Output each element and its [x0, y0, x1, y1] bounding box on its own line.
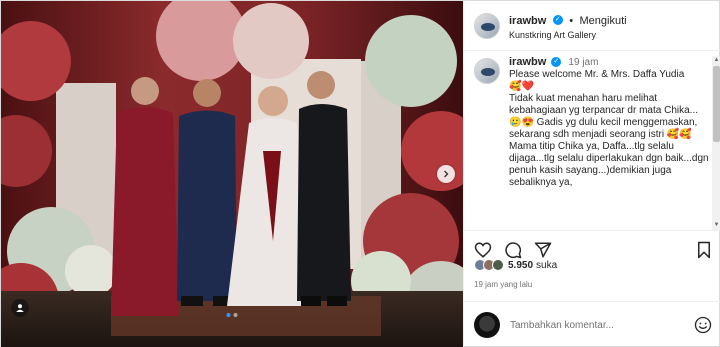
post-header: irawbw ✓ • Mengikuti Kunstkring Art Gall…: [464, 1, 720, 51]
liker-avatars: [474, 259, 504, 271]
carousel-dot-active: [226, 313, 231, 317]
chevron-right-icon: [444, 170, 449, 178]
caption-scrollbar[interactable]: ▲ ▼: [712, 56, 720, 230]
likes-label: suka: [536, 259, 558, 271]
bookmark-icon: [698, 241, 710, 258]
caption-text: Please welcome Mr. & Mrs. Daffa Yudia 🥰❤…: [509, 69, 709, 189]
scrollbar-thumb[interactable]: [713, 66, 720, 142]
like-button[interactable]: [474, 241, 492, 259]
carousel-dot: [233, 313, 238, 317]
author-avatar[interactable]: [474, 12, 500, 39]
author-info: irawbw ✓ • Mengikuti Kunstkring Art Gall…: [509, 10, 627, 41]
author-username[interactable]: irawbw: [509, 15, 546, 27]
comment-button[interactable]: [504, 241, 522, 259]
wedding-photo: [1, 1, 463, 347]
liker-avatar: [492, 259, 504, 271]
location-link[interactable]: Kunstkring Art Gallery: [509, 30, 627, 41]
post-modal: irawbw ✓ • Mengikuti Kunstkring Art Gall…: [0, 0, 720, 347]
verified-badge-icon: ✓: [552, 14, 563, 25]
scroll-up-arrow[interactable]: ▲: [712, 56, 720, 65]
caption-header: irawbw ✓ 19 jam: [509, 56, 709, 68]
emoji-picker-button[interactable]: [694, 316, 712, 334]
caption-line: Please welcome Mr. & Mrs. Daffa Yudia: [509, 69, 685, 80]
posted-time: 19 jam yang lalu: [474, 280, 533, 289]
caption-section: irawbw ✓ 19 jam Please welcome Mr. & Mrs…: [474, 56, 710, 228]
share-button[interactable]: [534, 241, 552, 259]
save-button[interactable]: [696, 241, 712, 259]
user-tag-icon: [16, 304, 24, 312]
follow-status-button[interactable]: Mengikuti: [580, 15, 627, 27]
caption-time: 19 jam: [568, 57, 599, 68]
caption-line: 🥰❤️: [509, 81, 534, 92]
viewer-avatar: [474, 312, 500, 338]
separator-dot: •: [569, 14, 574, 27]
emoji-icon: [694, 316, 712, 334]
likes-count[interactable]: 5.950: [508, 260, 533, 271]
caption-line: Tidak kuat menahan haru melihat kebahagi…: [509, 93, 698, 140]
caption-line: Mama titip Chika ya, Daffa...tlg selalu …: [509, 141, 709, 188]
heart-icon: [474, 241, 492, 258]
caption-author-avatar[interactable]: [474, 58, 500, 84]
carousel-indicator: [226, 313, 238, 317]
caption-username[interactable]: irawbw: [509, 56, 546, 68]
comment-bar: [464, 301, 720, 347]
post-photo[interactable]: [1, 1, 463, 347]
verified-badge-icon: ✓: [551, 57, 562, 68]
post-side-panel: irawbw ✓ • Mengikuti Kunstkring Art Gall…: [463, 1, 720, 347]
carousel-next-button[interactable]: [437, 165, 455, 183]
tagged-users-button[interactable]: [11, 299, 29, 317]
person-left: [111, 77, 179, 316]
share-icon: [534, 242, 552, 257]
likes-summary[interactable]: 5.950 suka: [474, 259, 557, 271]
scroll-down-arrow[interactable]: ▼: [712, 221, 720, 230]
comment-icon: [505, 241, 522, 258]
caption-body: irawbw ✓ 19 jam Please welcome Mr. & Mrs…: [509, 56, 709, 228]
comment-input[interactable]: [510, 319, 688, 331]
